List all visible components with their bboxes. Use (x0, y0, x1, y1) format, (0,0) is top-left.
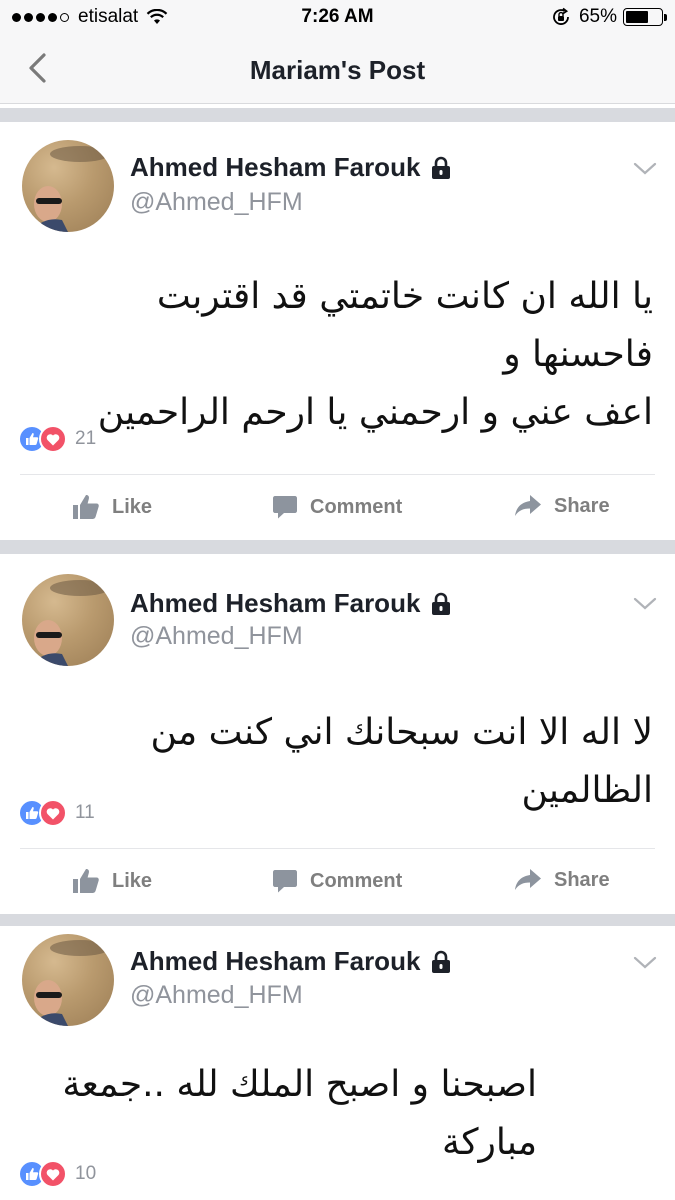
like-label: Like (112, 495, 153, 518)
author-name-text: Ahmed Hesham Farouk (130, 152, 421, 182)
share-label: Share (554, 494, 610, 517)
love-reaction-icon (39, 799, 67, 827)
reactions-summary[interactable]: 11 (18, 799, 95, 827)
avatar[interactable] (22, 574, 114, 666)
nav-bar: Mariam's Post (0, 34, 675, 104)
reactions-summary[interactable]: 10 (18, 1160, 96, 1188)
share-button[interactable]: Share (514, 868, 610, 892)
app-screen: etisalat 7:26 AM 65% Mariam's Post Ahmed… (0, 0, 675, 1200)
reactions-summary[interactable]: 21 (18, 425, 96, 453)
post-text-line: يا الله ان كانت خاتمتي قد اقتربت فاحسنها… (156, 276, 653, 375)
thumbs-up-icon (73, 869, 99, 893)
comment-icon (273, 870, 297, 893)
chevron-down-icon[interactable] (633, 956, 657, 970)
chevron-down-icon[interactable] (633, 597, 657, 611)
comment-button[interactable]: Comment (272, 868, 402, 894)
battery-percent: 65% (578, 6, 617, 27)
like-button[interactable]: Like (72, 494, 152, 520)
author-handle: @Ahmed_HFM (130, 981, 303, 1009)
like-label: Like (112, 869, 153, 892)
post-card: Ahmed Hesham Farouk @Ahmed_HFM يا الله ا… (0, 122, 675, 540)
author-name-text: Ahmed Hesham Farouk (130, 946, 421, 976)
author-handle: @Ahmed_HFM (130, 188, 303, 216)
like-button[interactable]: Like (72, 868, 152, 894)
love-reaction-icon (39, 425, 67, 453)
author-name-text: Ahmed Hesham Farouk (130, 588, 421, 618)
post-text-line: لا اله الا انت سبحانك اني كنت من الظالمي… (150, 712, 653, 811)
post-text: لا اله الا انت سبحانك اني كنت من الظالمي… (33, 704, 653, 820)
share-icon (515, 869, 541, 890)
reaction-count: 21 (75, 428, 97, 449)
comment-icon (273, 496, 297, 519)
action-separator (20, 474, 655, 475)
thumbs-up-icon (73, 495, 99, 519)
feed-divider (0, 914, 675, 926)
rotation-lock-icon (553, 7, 569, 25)
author-name[interactable]: Ahmed Hesham Farouk (130, 588, 452, 619)
comment-label: Comment (310, 495, 403, 518)
love-reaction-icon (39, 1160, 67, 1188)
author-name[interactable]: Ahmed Hesham Farouk (130, 946, 452, 977)
author-name[interactable]: Ahmed Hesham Farouk (130, 152, 452, 183)
battery-icon (623, 8, 667, 26)
post-card: Ahmed Hesham Farouk @Ahmed_HFM لا اله ال… (0, 554, 675, 914)
feed-divider (0, 108, 675, 122)
lock-icon (432, 950, 451, 973)
post-card: Ahmed Hesham Farouk @Ahmed_HFM اصبحنا و … (0, 926, 675, 1200)
lock-icon (432, 592, 451, 615)
post-text-line: اصبحنا و اصبح الملك لله ..جمعة مباركة (62, 1064, 537, 1163)
status-bar: etisalat 7:26 AM 65% (0, 0, 675, 34)
post-text: يا الله ان كانت خاتمتي قد اقتربت فاحسنها… (33, 268, 653, 442)
share-button[interactable]: Share (514, 494, 610, 518)
reaction-count: 11 (75, 802, 95, 823)
post-text: اصبحنا و اصبح الملك لله ..جمعة مباركة (0, 1056, 537, 1172)
chevron-down-icon[interactable] (633, 162, 657, 176)
action-separator (20, 848, 655, 849)
share-icon (515, 495, 541, 516)
share-label: Share (554, 868, 610, 891)
reaction-count: 10 (75, 1163, 97, 1184)
comment-label: Comment (310, 869, 403, 892)
comment-button[interactable]: Comment (272, 494, 402, 520)
post-text-line: اعف عني و ارحمني يا ارحم الراحمين (97, 392, 653, 433)
author-handle: @Ahmed_HFM (130, 622, 303, 650)
status-right: 65% (551, 6, 667, 28)
avatar[interactable] (22, 140, 114, 232)
feed-divider (0, 540, 675, 554)
lock-icon (432, 156, 451, 179)
page-title: Mariam's Post (249, 55, 426, 85)
avatar[interactable] (22, 934, 114, 1026)
